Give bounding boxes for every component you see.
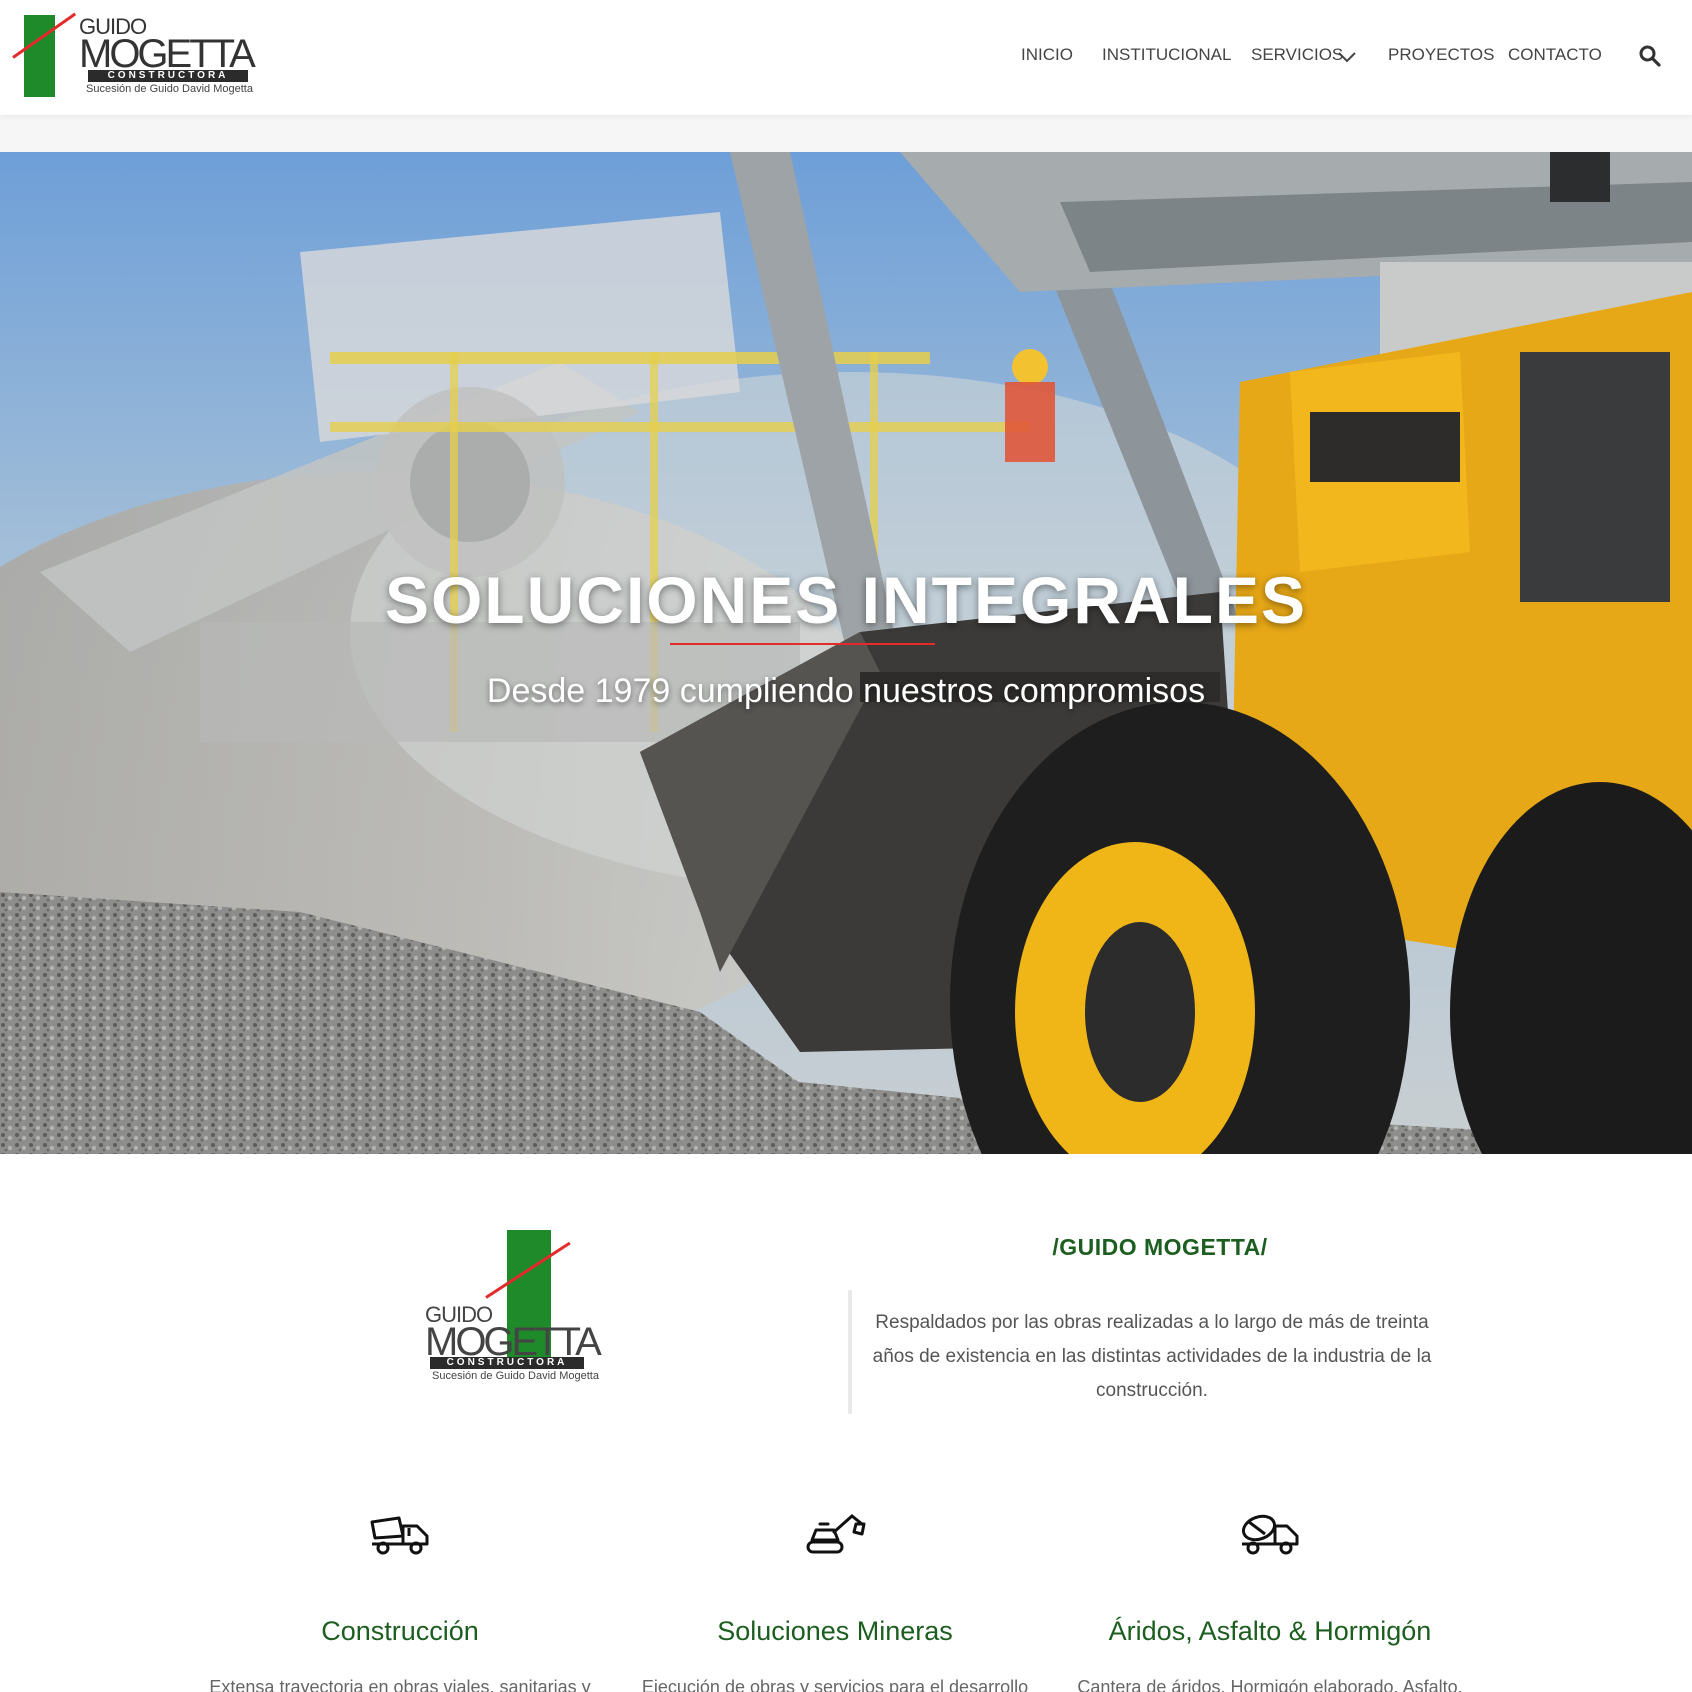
chevron-down-icon[interactable] xyxy=(1337,50,1357,64)
about-heading: /GUIDO MOGETTA/ xyxy=(1052,1234,1268,1260)
about-divider xyxy=(848,1290,852,1414)
about-text: Respaldados por las obras realizadas a l… xyxy=(872,1312,1432,1401)
service-desc: Extensa trayectoria en obras viales, san… xyxy=(209,1677,591,1692)
hero-title: SOLUCIONES INTEGRALES xyxy=(384,563,1308,637)
service-title: Áridos, Asfalto & Hormigón xyxy=(1108,1616,1432,1646)
service-desc: Cantera de áridos. Hormigón elaborado. A… xyxy=(1077,1677,1463,1692)
service-card-soluciones-mineras[interactable]: Soluciones Mineras Ejecución de obras y … xyxy=(635,1510,1035,1692)
about-logo: GUIDO MOGETTA CONSTRUCTORA Sucesión de G… xyxy=(424,1230,602,1385)
search-icon[interactable] xyxy=(1638,44,1662,68)
hero-subtitle: Desde 1979 cumpliendo nuestros compromis… xyxy=(486,672,1206,710)
service-title: Soluciones Mineras xyxy=(717,1616,953,1646)
excavator-icon xyxy=(806,1514,866,1554)
logo-band: CONSTRUCTORA xyxy=(430,1357,584,1369)
concrete-mixer-icon xyxy=(1242,1514,1299,1555)
dump-truck-icon xyxy=(370,1516,429,1555)
nav-contacto[interactable]: CONTACTO xyxy=(1508,45,1602,65)
hero-banner: SOLUCIONES INTEGRALES Desde 1979 cumplie… xyxy=(0,152,1692,1154)
hero-divider xyxy=(670,643,935,645)
header-subbar xyxy=(0,115,1692,152)
hero-image xyxy=(0,152,1692,1154)
logo-band: CONSTRUCTORA xyxy=(88,70,248,82)
service-title: Construcción xyxy=(321,1616,479,1646)
logo-tagline: Sucesión de Guido David Mogetta xyxy=(86,83,253,95)
nav-inicio[interactable]: INICIO xyxy=(1021,45,1073,65)
brand-logo[interactable]: GUIDO MOGETTA CONSTRUCTORA Sucesión de G… xyxy=(10,12,260,100)
logo-tagline: Sucesión de Guido David Mogetta xyxy=(432,1370,599,1382)
logo-green-bar xyxy=(24,15,55,97)
service-desc: Ejecución de obras y servicios para el d… xyxy=(641,1677,1029,1692)
site-header: GUIDO MOGETTA CONSTRUCTORA Sucesión de G… xyxy=(0,0,1692,115)
nav-institucional[interactable]: INSTITUCIONAL xyxy=(1102,45,1231,65)
nav-servicios[interactable]: SERVICIOS xyxy=(1251,45,1343,65)
service-card-construccion[interactable]: Construcción Extensa trayectoria en obra… xyxy=(200,1510,600,1692)
service-card-aridos[interactable]: Áridos, Asfalto & Hormigón Cantera de ár… xyxy=(1070,1510,1470,1692)
nav-proyectos[interactable]: PROYECTOS xyxy=(1388,45,1494,65)
